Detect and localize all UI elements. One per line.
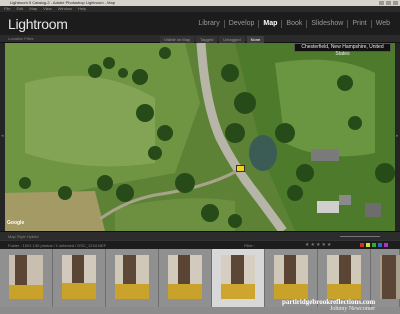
filmstrip-thumbnail[interactable] [106,249,159,307]
minimize-icon[interactable] [379,1,384,5]
location-filter-options: Visible on Map Tagged Untagged None [160,36,265,43]
map-provider-logo: Google [7,220,25,226]
chevron-left-icon: ◂ [1,133,4,139]
zoom-slider[interactable] [340,236,380,237]
map-pin-icon[interactable] [236,165,245,172]
filmstrip-thumbnail[interactable] [53,249,106,307]
color-filter-blue[interactable] [378,243,382,247]
location-filter-bar: Location Filter: Visible on Map Tagged U… [0,35,400,73]
photo-thumbnail [327,255,361,299]
module-print[interactable]: Print [347,20,370,28]
map-style-select[interactable]: Map Style Hybrid [8,234,38,239]
filter-visible-on-map[interactable]: Visible on Map [160,36,195,43]
identity-plate: Lightroom Library Develop Map Book Slide… [0,12,400,35]
module-develop[interactable]: Develop [223,20,259,28]
rating-filter[interactable]: ★★★★★ [305,242,332,248]
filmstrip-thumbnail[interactable] [0,249,53,307]
filmstrip-thumbnail[interactable] [159,249,212,307]
filter-label: Filter : [244,243,256,248]
module-slideshow[interactable]: Slideshow [306,20,347,28]
photo-thumbnail [115,255,149,299]
photo-thumbnail [62,255,96,299]
photo-thumbnail [9,255,43,299]
lightroom-window: Lightroom 5 Catalog-2 - Adobe Photoshop … [0,0,400,314]
photo-thumbnail [221,255,255,299]
color-filter-purple[interactable] [384,243,388,247]
filmstrip-thumbnail[interactable] [371,249,400,307]
module-book[interactable]: Book [281,20,306,28]
watermark-author: Johnny Newcomer [330,306,376,312]
photo-thumbnail [380,255,400,299]
chevron-right-icon: ▸ [396,133,399,139]
filter-none[interactable]: None [246,36,265,43]
module-web[interactable]: Web [370,20,394,28]
right-panel-toggle[interactable]: ▸ [395,43,400,231]
window-title: Lightroom 5 Catalog-2 - Adobe Photoshop … [10,0,115,5]
location-filter-label: Location Filter: [8,36,35,41]
maximize-icon[interactable] [386,1,391,5]
location-label: Chesterfield, New Hampshire, United Stat… [294,43,391,57]
module-library[interactable]: Library [194,20,223,28]
map-view[interactable]: Google [5,43,395,231]
color-filter-red[interactable] [360,243,364,247]
module-map[interactable]: Map [258,20,281,28]
filmstrip-header: Folder : 1001 130 photos / 1 selected / … [0,240,400,249]
photo-thumbnail [274,255,308,299]
watermark-url: partiridgebrookreflections.com [282,298,376,306]
filter-tagged[interactable]: Tagged [196,36,218,43]
module-picker: Library Develop Map Book Slideshow Print… [194,20,394,28]
color-filter-green[interactable] [372,243,376,247]
close-icon[interactable] [393,1,398,5]
filmstrip-thumbnail-selected[interactable] [212,249,265,307]
filter-untagged[interactable]: Untagged [219,36,245,43]
photo-thumbnail [168,255,202,299]
satellite-imagery [5,43,395,231]
map-toolbar: Map Style Hybrid [0,231,400,240]
app-logo: Lightroom [8,16,68,32]
color-filter-yellow[interactable] [366,243,370,247]
filmstrip-source-info[interactable]: Folder : 1001 130 photos / 1 selected / … [8,243,106,248]
